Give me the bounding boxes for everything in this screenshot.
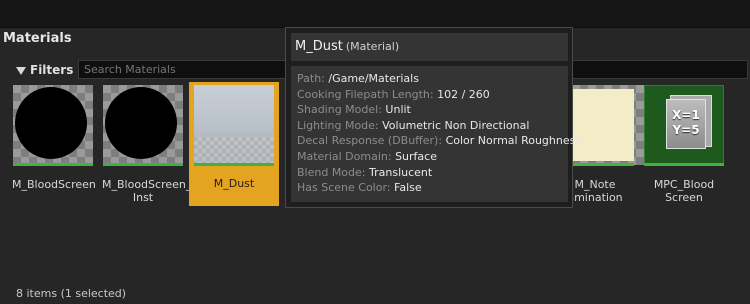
tooltip-row-has-scene-color: Has Scene Color: False xyxy=(297,181,422,195)
filters-label: Filters xyxy=(30,63,74,77)
asset-tile-mpc-bloodscreen[interactable]: X=1 Y=5 MPC_Blood Screen xyxy=(643,83,725,205)
asset-thumbnail xyxy=(13,85,93,165)
asset-type-bar xyxy=(572,163,634,166)
asset-label: M_Dust xyxy=(213,177,255,190)
tooltip-header: M_Dust (Material) xyxy=(291,33,568,61)
top-bar xyxy=(0,0,750,28)
asset-label: M_BloodScreen xyxy=(12,178,96,191)
asset-type-bar xyxy=(644,163,724,166)
tooltip-row-decal-response: Decal Response (DBuffer): Color Normal R… xyxy=(297,134,582,148)
tooltip-row-shading-model: Shading Model: Unlit xyxy=(297,103,411,117)
tooltip-row-lighting-mode: Lighting Mode: Volumetric Non Directiona… xyxy=(297,118,530,132)
tooltip-row-material-domain: Material Domain: Surface xyxy=(297,149,437,163)
tooltip-title: M_Dust xyxy=(295,39,343,54)
asset-tile-m-bloodscreen[interactable]: M_BloodScreen xyxy=(12,83,96,205)
asset-type-bar xyxy=(194,163,274,166)
asset-tooltip: M_Dust (Material) Path: /Game/Materials C… xyxy=(285,27,582,208)
asset-thumbnail xyxy=(103,85,183,165)
asset-tile-m-dust[interactable]: M_Dust xyxy=(189,82,279,206)
asset-thumbnail xyxy=(194,85,274,165)
tooltip-row-cooking-filepath-length: Cooking Filepath Length: 102 / 260 xyxy=(297,87,490,101)
tooltip-row-path: Path: /Game/Materials xyxy=(297,72,419,85)
x1-y5-icon: X=1 Y=5 xyxy=(666,99,706,149)
tooltip-body: Path: /Game/Materials Cooking Filepath L… xyxy=(291,66,582,202)
asset-type-bar xyxy=(103,163,183,166)
asset-tile-m-bloodscreen-inst[interactable]: M_BloodScreen_ Inst xyxy=(102,83,192,205)
panel-title: Materials xyxy=(3,31,72,46)
asset-label: MPC_Blood Screen xyxy=(653,178,715,204)
asset-label: M_BloodScreen_ Inst xyxy=(102,178,192,204)
status-text: 8 items (1 selected) xyxy=(16,287,127,300)
asset-thumbnail: X=1 Y=5 xyxy=(644,85,724,165)
tooltip-row-blend-mode: Blend Mode: Translucent xyxy=(297,165,433,179)
funnel-icon xyxy=(16,67,26,75)
tooltip-subtitle: (Material) xyxy=(345,40,400,53)
asset-thumbnail xyxy=(572,85,652,165)
asset-type-bar xyxy=(13,163,93,166)
